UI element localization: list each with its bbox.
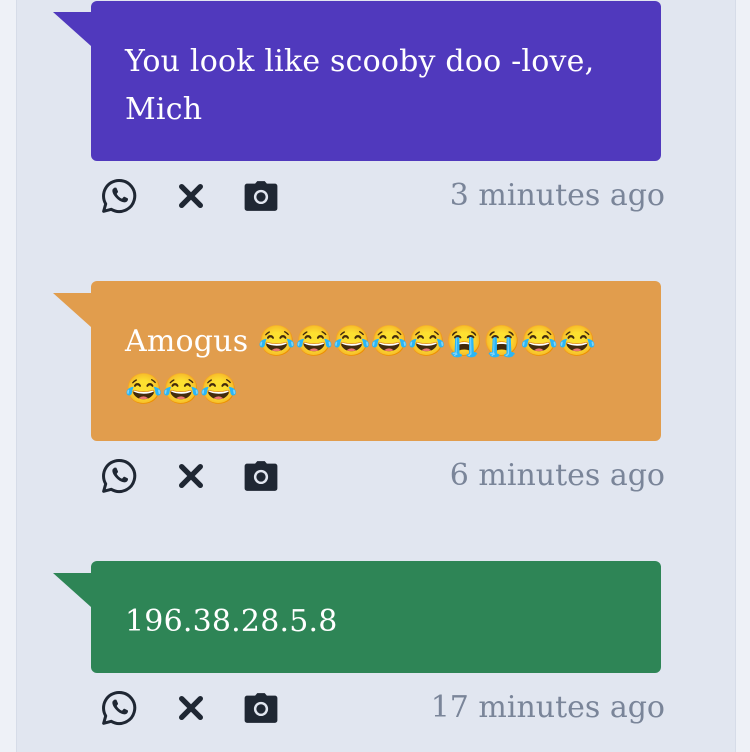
delete-button[interactable] [171, 456, 211, 496]
screenshot-button[interactable] [241, 688, 281, 728]
post-actions: 3 minutes ago [99, 176, 665, 220]
message-bubble: Amogus 😂😂😂😂😂😭😭😂😂😂😂😂 [91, 281, 661, 441]
close-icon [179, 696, 203, 720]
bubble-tail [53, 293, 91, 327]
camera-icon [244, 181, 278, 211]
post-actions: 6 minutes ago [99, 456, 665, 500]
post-timestamp: 3 minutes ago [449, 178, 665, 213]
post-actions: 17 minutes ago [99, 688, 665, 732]
screenshot-button[interactable] [241, 176, 281, 216]
delete-button[interactable] [171, 176, 211, 216]
whatsapp-share-button[interactable] [99, 688, 139, 728]
post-timestamp: 6 minutes ago [449, 458, 665, 493]
whatsapp-icon [102, 458, 137, 493]
whatsapp-share-button[interactable] [99, 176, 139, 216]
whatsapp-icon [102, 178, 137, 213]
camera-icon [244, 693, 278, 723]
message-bubble: You look like scooby doo -love, Mich [91, 1, 661, 161]
whatsapp-icon [102, 690, 137, 725]
message-bubble: 196.38.28.5.8 [91, 561, 661, 673]
delete-button[interactable] [171, 688, 211, 728]
feed-column: You look like scooby doo -love, Mich 3 m… [16, 0, 736, 752]
close-icon [179, 184, 203, 208]
close-icon [179, 464, 203, 488]
bubble-tail [53, 12, 91, 46]
screenshot-button[interactable] [241, 456, 281, 496]
message-text: You look like scooby doo -love, Mich [125, 44, 595, 127]
post-timestamp: 17 minutes ago [430, 690, 665, 725]
whatsapp-share-button[interactable] [99, 456, 139, 496]
camera-icon [244, 461, 278, 491]
message-text: 196.38.28.5.8 [125, 604, 338, 639]
bubble-tail [53, 573, 91, 607]
message-text: Amogus 😂😂😂😂😂😭😭😂😂😂😂😂 [125, 324, 597, 407]
